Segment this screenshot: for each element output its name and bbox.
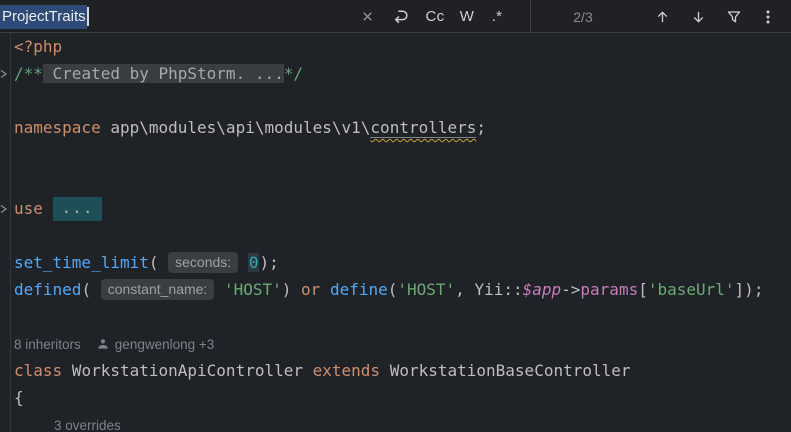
code-token: -> — [561, 280, 580, 299]
fold-placeholder[interactable]: ... — [53, 197, 103, 221]
regex-label: .* — [492, 8, 503, 25]
regex-toggle[interactable]: .* — [485, 0, 509, 33]
code-token: WorkstationApiController — [62, 361, 312, 380]
code-token — [238, 253, 248, 272]
code-token: */ — [284, 64, 303, 83]
code-token: 'HOST' — [397, 280, 455, 299]
code-line-5 — [0, 141, 791, 168]
code-token: ( — [81, 280, 100, 299]
inlay-hint[interactable]: gengwenlong +3 — [115, 337, 214, 352]
code-token: extends — [313, 361, 380, 380]
search-input[interactable]: ProjectTraits — [0, 0, 89, 33]
code-token: /** — [14, 64, 43, 83]
search-bar: ProjectTraits Cc W .* 2/3 — [0, 0, 791, 33]
next-occurrence-icon[interactable] — [687, 0, 709, 33]
more-options-icon[interactable] — [757, 0, 779, 33]
words-label: W — [460, 8, 474, 25]
text-caret — [87, 7, 89, 26]
code-line-2: /** Created by PhpStorm. ...*/ — [0, 60, 791, 87]
code-token: ) — [282, 280, 301, 299]
code-token: ); — [259, 253, 278, 272]
typo-highlighted-token: controllers — [370, 118, 476, 138]
code-token: , Yii:: — [455, 280, 522, 299]
code-line-12: 8 inheritors gengwenlong +3 — [0, 330, 791, 357]
code-editor[interactable]: <?php /** Created by PhpStorm. ...*/ names… — [0, 33, 791, 432]
code-line-15: 3 overrides — [0, 411, 791, 432]
newline-icon[interactable] — [388, 0, 412, 33]
code-token: set_time_limit — [14, 253, 149, 272]
match-count: 2/3 — [553, 0, 613, 33]
code-token: class — [14, 361, 62, 380]
code-token: 'baseUrl' — [648, 280, 735, 299]
bar-divider — [530, 0, 531, 32]
code-line-1: <?php — [0, 33, 791, 60]
code-token: { — [14, 388, 24, 407]
code-token — [43, 199, 53, 218]
code-line-6 — [0, 168, 791, 195]
code-token: 0 — [248, 253, 260, 272]
code-line-4: namespace app\modules\api\modules\v1\con… — [0, 114, 791, 141]
words-toggle[interactable]: W — [456, 0, 478, 33]
fold-placeholder[interactable]: Created by PhpStorm. ... — [43, 64, 284, 83]
fold-toggle-icon[interactable] — [0, 69, 8, 79]
code-token: use — [14, 199, 43, 218]
code-line-14: { — [0, 384, 791, 411]
code-line-13: class WorkstationApiController extends W… — [0, 357, 791, 384]
ide-window: ProjectTraits Cc W .* 2/3 — [0, 0, 791, 432]
code-token: namespace — [14, 118, 101, 137]
parameter-hint[interactable]: constant_name: — [101, 279, 215, 300]
code-line-3 — [0, 87, 791, 114]
code-token: define — [330, 280, 388, 299]
code-token: app\modules\api\modules\v1\ — [101, 118, 371, 137]
match-count-label: 2/3 — [573, 9, 592, 25]
filter-icon[interactable] — [722, 0, 746, 33]
code-token: [ — [638, 280, 648, 299]
search-query-selected-text: ProjectTraits — [0, 5, 87, 29]
code-token — [214, 280, 224, 299]
fold-toggle-icon[interactable] — [0, 204, 8, 214]
code-token: or — [301, 280, 320, 299]
code-line-8 — [0, 222, 791, 249]
author-icon — [97, 338, 109, 350]
code-line-10: defined( constant_name: 'HOST') or defin… — [0, 276, 791, 303]
code-token: ; — [476, 118, 486, 137]
code-token: ]); — [735, 280, 764, 299]
parameter-hint[interactable]: seconds: — [168, 252, 238, 273]
code-line-11 — [0, 303, 791, 330]
code-token — [320, 280, 330, 299]
code-line-7: use ... — [0, 195, 791, 222]
match-case-label: Cc — [426, 8, 445, 25]
code-token: ( — [149, 253, 168, 272]
inlay-hint[interactable]: 3 overrides — [54, 418, 121, 432]
prev-occurrence-icon[interactable] — [651, 0, 673, 33]
code-area: <?php /** Created by PhpStorm. ...*/ names… — [0, 33, 791, 432]
code-token: params — [580, 280, 638, 299]
code-token: 'HOST' — [224, 280, 282, 299]
match-case-toggle[interactable]: Cc — [421, 0, 449, 33]
inlay-hint[interactable]: 8 inheritors — [14, 337, 81, 352]
code-token: defined — [14, 280, 81, 299]
gutter-divider — [10, 33, 11, 432]
code-token: <?php — [14, 37, 62, 56]
code-token: ( — [388, 280, 398, 299]
code-token: $app — [523, 280, 562, 299]
close-icon[interactable] — [357, 0, 377, 33]
code-line-9: set_time_limit( seconds: 0); — [0, 249, 791, 276]
code-token: WorkstationBaseController — [380, 361, 630, 380]
